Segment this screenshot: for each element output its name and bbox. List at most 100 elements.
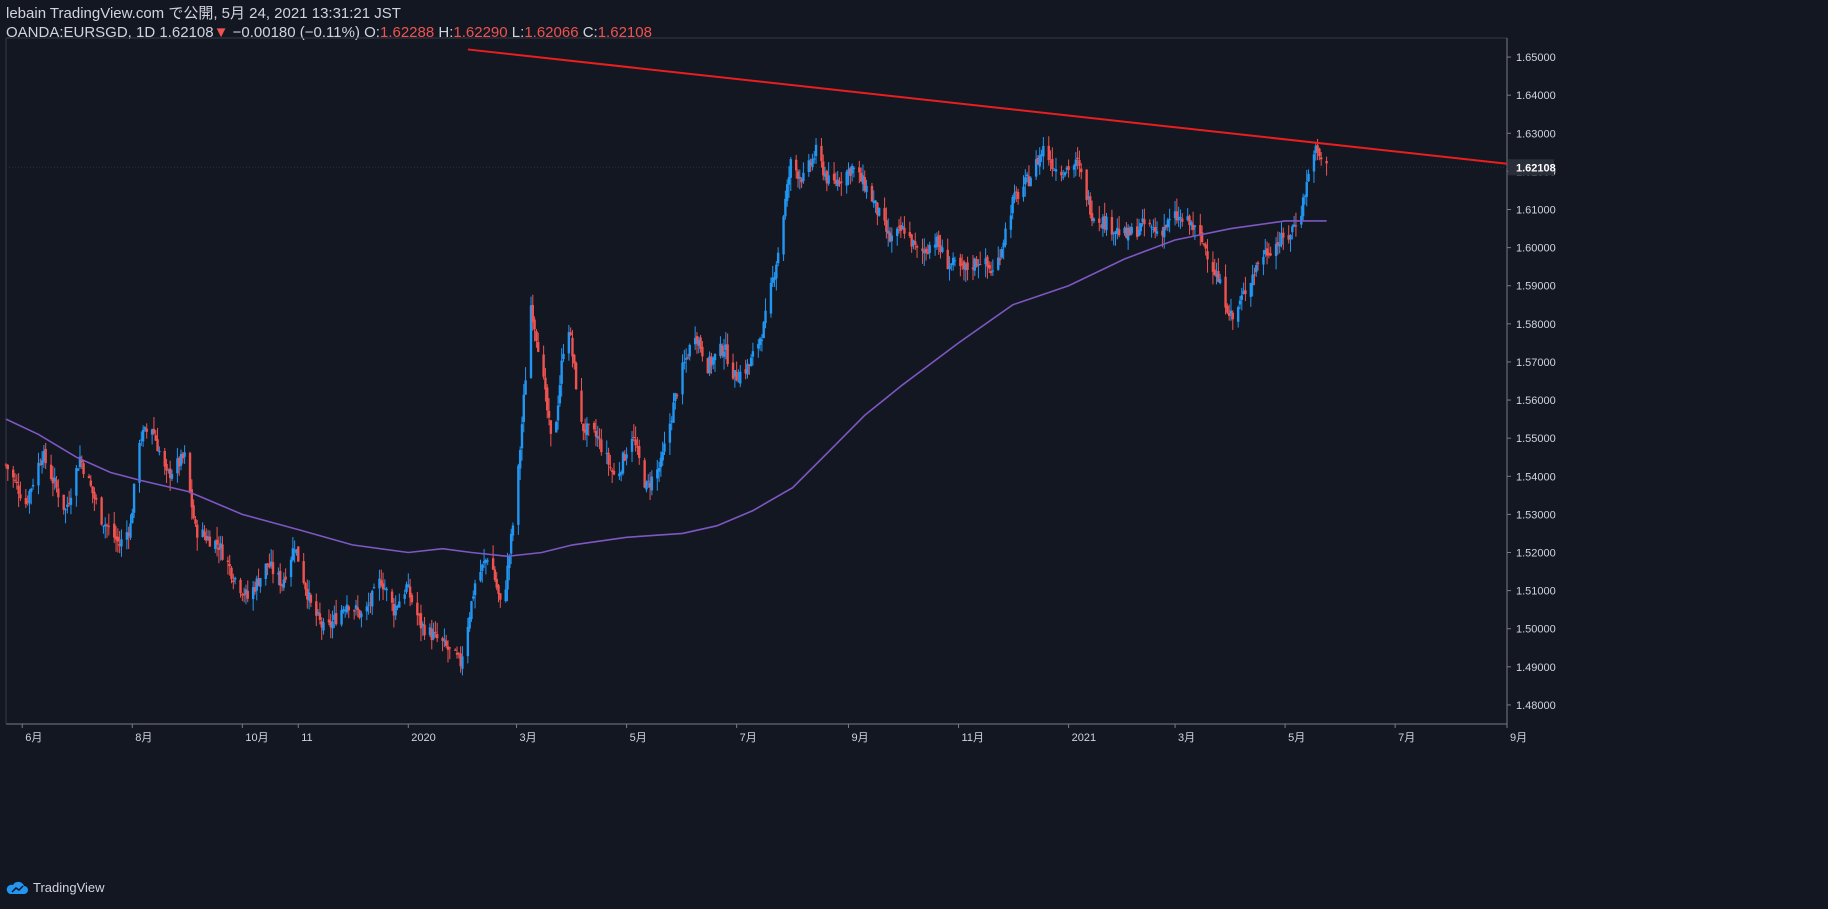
candle-body xyxy=(953,260,957,262)
candle-body xyxy=(1262,256,1265,265)
candle-body xyxy=(941,247,944,253)
candle-body xyxy=(367,604,370,606)
candle-body xyxy=(1013,192,1016,200)
candle-body xyxy=(1251,274,1254,286)
candle-body xyxy=(24,498,28,505)
candle-body xyxy=(822,161,825,176)
candle-body xyxy=(1269,253,1272,256)
candle-body xyxy=(192,505,195,519)
candle-body xyxy=(448,647,452,649)
candle-body xyxy=(684,358,688,360)
candle-body xyxy=(713,354,717,361)
candle-body xyxy=(798,176,801,179)
candle-body xyxy=(688,344,691,357)
candle-body xyxy=(1143,219,1146,225)
candle-body xyxy=(423,624,426,636)
candle-body xyxy=(75,468,78,496)
tradingview-logo[interactable]: TradingView xyxy=(6,880,105,895)
candle-body xyxy=(1163,226,1166,238)
candle-body xyxy=(518,450,522,469)
candle-body xyxy=(284,576,287,580)
candle-body xyxy=(683,362,686,364)
candle-body xyxy=(1150,227,1153,229)
trendline xyxy=(467,48,1508,165)
candle-body xyxy=(612,470,616,475)
candle-body xyxy=(1307,173,1310,182)
candle-body xyxy=(1025,174,1029,177)
candle-body xyxy=(318,613,322,620)
candle-body xyxy=(764,310,767,324)
candle-body xyxy=(454,649,457,651)
candle-body xyxy=(883,208,886,221)
candle-body xyxy=(650,476,654,491)
candle-body xyxy=(580,390,583,422)
candle-body xyxy=(6,464,10,470)
candle-body xyxy=(360,613,363,617)
candle-body xyxy=(1179,216,1182,218)
candle-body xyxy=(832,173,836,181)
candle-body xyxy=(37,462,40,486)
candle-body xyxy=(914,241,917,245)
y-tick-label: 1.51000 xyxy=(1516,586,1556,598)
x-tick-label: 8月 xyxy=(135,732,152,744)
candle-body xyxy=(44,448,47,464)
candle-body xyxy=(562,353,565,360)
candle-body xyxy=(739,371,742,384)
x-tick-label: 7月 xyxy=(1398,732,1415,744)
candle-body xyxy=(1206,251,1209,260)
candle-body xyxy=(573,354,576,364)
candle-body xyxy=(473,583,477,596)
candle-body xyxy=(661,451,664,461)
candle-body xyxy=(979,264,982,266)
candle-body xyxy=(1325,160,1328,164)
candle-body xyxy=(228,563,231,567)
price-chart[interactable]: 1.650001.640001.630001.620001.610001.600… xyxy=(0,0,1828,909)
candle-body xyxy=(776,252,780,264)
candle-body xyxy=(1155,231,1159,234)
candle-body xyxy=(928,245,931,253)
candle-body xyxy=(769,282,773,314)
candle-body xyxy=(1117,229,1121,236)
candle-body xyxy=(924,248,928,253)
x-tick-label: 3月 xyxy=(1178,732,1195,744)
candle-body xyxy=(416,602,419,616)
candle-body xyxy=(1154,227,1157,232)
y-tick-label: 1.56000 xyxy=(1516,395,1556,407)
candle-body xyxy=(89,480,92,486)
candle-body xyxy=(82,463,85,475)
x-tick-label: 3月 xyxy=(520,732,537,744)
candle-body xyxy=(226,560,230,562)
candle-body xyxy=(600,439,603,453)
candle-body xyxy=(1218,279,1222,283)
candle-body xyxy=(62,494,65,510)
candle-body xyxy=(504,589,507,602)
candle-body xyxy=(69,497,73,505)
candle-body xyxy=(165,463,168,471)
x-tick-label: 5月 xyxy=(630,732,647,744)
candle-body xyxy=(675,394,679,396)
candle-body xyxy=(331,621,334,629)
y-tick-label: 1.65000 xyxy=(1516,52,1556,64)
candle-body xyxy=(1224,276,1227,308)
candle-body xyxy=(1193,225,1197,228)
candle-body xyxy=(814,144,818,157)
candle-body xyxy=(352,610,356,612)
candle-body xyxy=(630,438,634,452)
candle-body xyxy=(567,332,571,354)
candle-body xyxy=(592,423,596,430)
candle-body xyxy=(1009,215,1013,230)
candle-body xyxy=(533,319,536,330)
candle-body xyxy=(787,177,791,185)
x-tick-label: 6月 xyxy=(25,732,42,744)
candle-body xyxy=(598,438,601,440)
candle-body xyxy=(1312,154,1316,172)
candle-body xyxy=(64,509,67,511)
candle-body xyxy=(549,420,553,434)
candle-body xyxy=(196,524,199,538)
candle-body xyxy=(785,184,789,201)
y-tick-label: 1.63000 xyxy=(1516,128,1556,140)
candle-body xyxy=(1042,145,1045,157)
candle-body xyxy=(1231,312,1234,320)
candle-body xyxy=(499,593,502,600)
candle-body xyxy=(221,544,224,560)
